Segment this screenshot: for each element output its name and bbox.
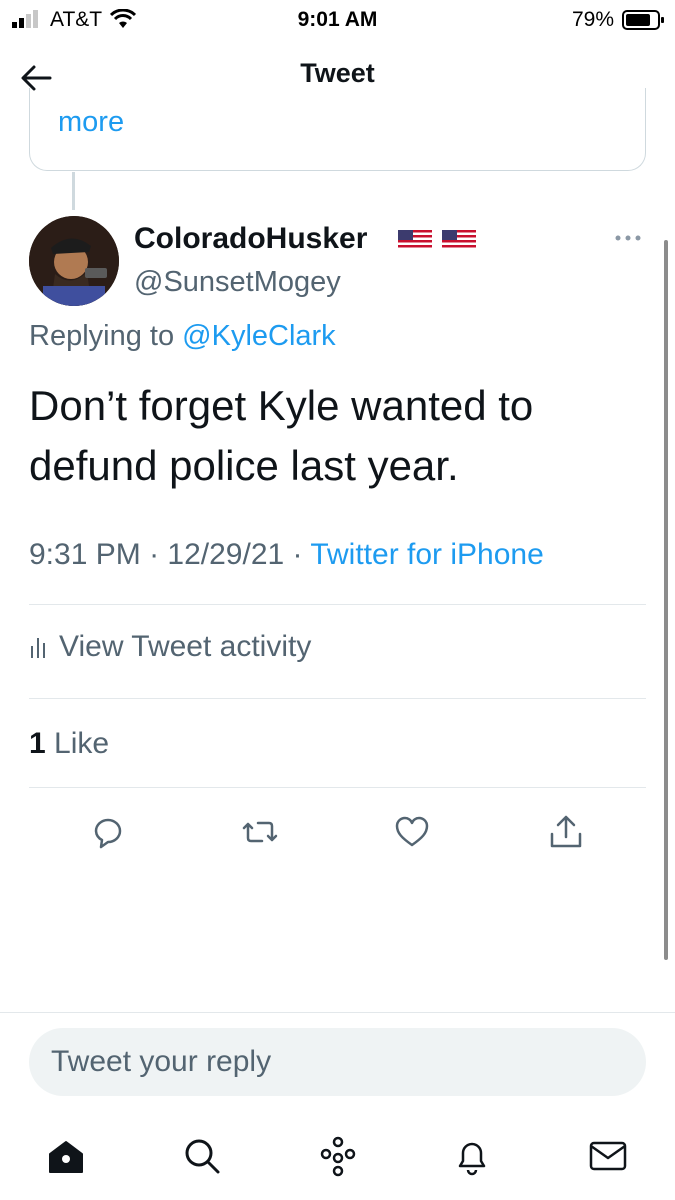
spaces-icon[interactable] bbox=[316, 1134, 360, 1178]
tweet-source-link[interactable]: Twitter for iPhone bbox=[310, 538, 543, 571]
battery-percent: 79% bbox=[572, 8, 615, 31]
battery-icon bbox=[622, 10, 664, 30]
us-flag-icons bbox=[398, 230, 476, 250]
replying-prefix: Replying to bbox=[29, 320, 175, 352]
avatar[interactable] bbox=[29, 216, 119, 306]
divider bbox=[29, 698, 646, 699]
display-name[interactable]: ColoradoHusker bbox=[134, 222, 367, 256]
tweet-text: Don’t forget Kyle wanted to defund polic… bbox=[29, 382, 534, 489]
user-handle[interactable]: @SunsetMogey bbox=[134, 266, 341, 299]
retweet-icon[interactable] bbox=[240, 812, 280, 852]
view-activity-button[interactable]: View Tweet activity bbox=[29, 630, 311, 664]
tweet-date: 12/29/21 bbox=[167, 538, 285, 571]
meta-separator: · bbox=[149, 538, 160, 571]
tweet-time: 9:31 PM bbox=[29, 538, 141, 571]
like-count-label: Like bbox=[54, 727, 110, 760]
avatar-image bbox=[29, 216, 119, 306]
scrollbar[interactable] bbox=[664, 240, 668, 960]
divider bbox=[29, 604, 646, 605]
bar-chart-icon bbox=[31, 638, 45, 658]
meta-separator: · bbox=[292, 538, 303, 571]
reply-bar-border bbox=[0, 1012, 675, 1013]
reply-icon[interactable] bbox=[88, 812, 128, 852]
view-activity-label: View Tweet activity bbox=[59, 630, 312, 663]
tweet-meta: 9:31 PM · 12/29/21 · Twitter for iPhone bbox=[29, 538, 544, 572]
mention-link[interactable]: @KyleClark bbox=[182, 320, 336, 352]
share-icon[interactable] bbox=[546, 812, 586, 852]
replying-to: Replying to @KyleClark bbox=[29, 320, 336, 353]
us-flag-icon bbox=[442, 230, 476, 250]
likes-count[interactable]: 1 Like bbox=[29, 727, 109, 761]
reply-input[interactable] bbox=[29, 1028, 646, 1096]
search-icon[interactable] bbox=[180, 1134, 224, 1178]
us-flag-icon bbox=[398, 230, 432, 250]
status-bar: AT&T 9:01 AM 79% bbox=[0, 0, 675, 40]
like-icon[interactable] bbox=[392, 812, 432, 852]
divider bbox=[29, 787, 646, 788]
page-title: Tweet bbox=[300, 58, 375, 88]
notifications-icon[interactable] bbox=[450, 1134, 494, 1178]
messages-icon[interactable] bbox=[586, 1134, 630, 1178]
like-count-number: 1 bbox=[29, 727, 46, 760]
home-icon[interactable] bbox=[44, 1134, 88, 1178]
more-options-icon[interactable] bbox=[612, 228, 644, 248]
thread-connector bbox=[72, 172, 75, 210]
show-more-link[interactable]: more bbox=[58, 106, 124, 139]
